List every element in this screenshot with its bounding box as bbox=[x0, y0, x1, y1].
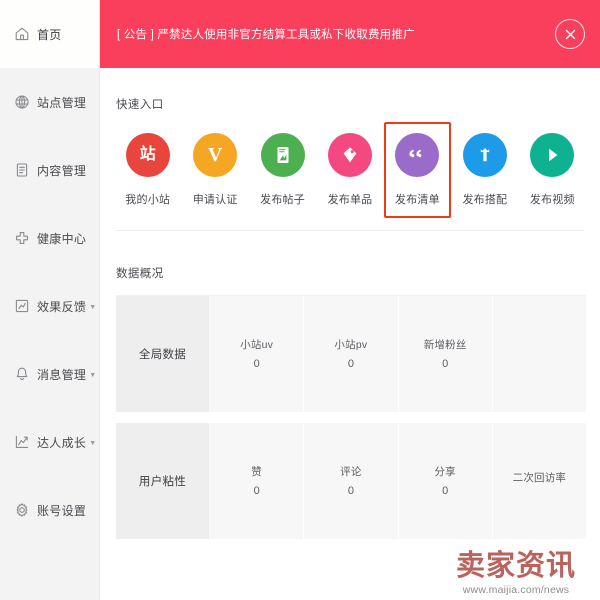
section-divider bbox=[116, 229, 584, 231]
trend-up-icon bbox=[13, 434, 30, 451]
sidebar-item-2[interactable]: 内容管理 bbox=[0, 136, 99, 204]
metric-label: 分享 bbox=[434, 466, 456, 478]
metric-value: 0 bbox=[253, 358, 260, 370]
metric-label: 新增粉丝 bbox=[423, 339, 467, 351]
sidebar-item-1[interactable]: 站点管理 bbox=[0, 68, 99, 136]
list-icon bbox=[395, 132, 440, 177]
quick-entry-item-1[interactable]: V 申请认证 bbox=[181, 122, 248, 218]
table-cell bbox=[492, 295, 586, 412]
metric-label: 小站uv bbox=[240, 339, 274, 351]
outfit-icon bbox=[462, 133, 507, 177]
table-cell: 评论 0 bbox=[304, 422, 399, 539]
data-overview-title: 数据概况 bbox=[116, 267, 164, 280]
video-icon bbox=[530, 133, 575, 177]
metric-label: 评论 bbox=[340, 466, 362, 478]
sidebar-item-0[interactable]: 首页 bbox=[0, 0, 99, 68]
table-row-header: 用户粘性 bbox=[116, 422, 210, 539]
metric-label: 二次回访率 bbox=[512, 472, 567, 484]
quick-entry-label: 我的小站 bbox=[125, 194, 171, 206]
quick-entry-label: 发布视频 bbox=[529, 194, 575, 206]
sidebar-item-7[interactable]: 账号设置 bbox=[0, 476, 99, 544]
main-content: 快速入口 站我的小站 V 申请认证 发布帖子 发布单品 发布清单 发布搭配 发布视频 数据概况… bbox=[100, 68, 600, 600]
table-row: 全局数据 小站uv 0 小站pv 0 新增粉丝 0 bbox=[116, 295, 586, 412]
metric-value: 0 bbox=[442, 485, 449, 497]
quick-entry-label: 发布单品 bbox=[327, 194, 373, 206]
table-cell: 二次回访率 bbox=[492, 422, 586, 539]
metric-value: 0 bbox=[442, 358, 449, 370]
data-overview-table: 全局数据 小站uv 0 小站pv 0 新增粉丝 0 用户粘性赞 0 评论 0 分享 0 二次回访率 bbox=[116, 294, 586, 539]
metric-label: 小站pv bbox=[334, 339, 368, 351]
announcement-text: [ 公告 ] 严禁达人使用非官方结算工具或私下收取费用推广 bbox=[117, 29, 415, 41]
sidebar-item-label: 账号设置 bbox=[37, 503, 87, 518]
table-cell: 分享 0 bbox=[398, 422, 493, 539]
document-icon bbox=[13, 162, 30, 179]
item-icon bbox=[327, 133, 372, 177]
sidebar-item-label: 首页 bbox=[37, 27, 62, 42]
sidebar-item-4[interactable]: 效果反馈 ▼ bbox=[0, 272, 99, 340]
home-icon bbox=[13, 26, 30, 43]
quick-entry-item-5[interactable]: 发布搭配 bbox=[451, 122, 518, 218]
metric-value: 0 bbox=[253, 485, 260, 497]
quick-entry-grid: 站我的小站 V 申请认证 发布帖子 发布单品 发布清单 发布搭配 发布视频 bbox=[114, 122, 586, 218]
sidebar-item-label: 消息管理 bbox=[37, 367, 87, 382]
sidebar-item-6[interactable]: 达人成长 ▼ bbox=[0, 408, 99, 476]
quick-entry-item-6[interactable]: 发布视频 bbox=[519, 122, 586, 218]
sidebar-item-5[interactable]: 消息管理 ▼ bbox=[0, 340, 99, 408]
quick-entry-label: 发布清单 bbox=[395, 193, 440, 206]
chevron-down-icon: ▼ bbox=[89, 439, 97, 447]
metric-value: 0 bbox=[347, 485, 354, 497]
table-cell: 小站uv 0 bbox=[210, 295, 305, 412]
globe-icon bbox=[13, 94, 30, 111]
sidebar-item-label: 效果反馈 bbox=[37, 299, 87, 314]
gear-icon bbox=[13, 502, 30, 519]
post-icon bbox=[260, 133, 305, 177]
bell-icon bbox=[13, 366, 30, 383]
close-circle-icon[interactable] bbox=[555, 19, 585, 49]
table-cell: 小站pv 0 bbox=[304, 295, 399, 412]
sidebar-item-label: 健康中心 bbox=[37, 231, 87, 246]
quick-entry-item-0[interactable]: 站我的小站 bbox=[114, 122, 181, 218]
sidebar-item-3[interactable]: 健康中心 bbox=[0, 204, 99, 272]
metric-value: 0 bbox=[347, 358, 354, 370]
sidebar-item-label: 达人成长 bbox=[37, 435, 87, 450]
station-icon: 站 bbox=[125, 133, 170, 177]
quick-entry-item-3[interactable]: 发布单品 bbox=[316, 122, 383, 218]
table-cell: 赞0 bbox=[210, 422, 305, 539]
chevron-down-icon: ▼ bbox=[89, 371, 97, 379]
metric-label: 赞 bbox=[251, 466, 262, 478]
app-root: 首页 站点管理 内容管理 健康中心 效果反馈 ▼ 消息管理 ▼ 达人成长 ▼ 账号设置 [ 公告 ]… bbox=[0, 0, 600, 600]
sidebar: 首页 站点管理 内容管理 健康中心 效果反馈 ▼ 消息管理 ▼ 达人成长 ▼ 账号设置 bbox=[0, 0, 100, 600]
quick-entry-title: 快速入口 bbox=[116, 99, 164, 111]
table-row-header: 全局数据 bbox=[116, 295, 210, 412]
sidebar-item-label: 站点管理 bbox=[37, 95, 87, 110]
quick-entry-label: 发布帖子 bbox=[260, 194, 305, 206]
chart-box-icon bbox=[13, 298, 30, 315]
plus-cross-icon bbox=[13, 230, 30, 247]
verify-icon: V bbox=[193, 133, 238, 177]
quick-entry-item-2[interactable]: 发布帖子 bbox=[249, 122, 316, 218]
announcement-banner: [ 公告 ] 严禁达人使用非官方结算工具或私下收取费用推广 bbox=[100, 0, 600, 68]
quick-entry-item-4[interactable]: 发布清单 bbox=[383, 122, 452, 218]
table-row: 用户粘性赞 0 评论 0 分享 0 二次回访率 bbox=[116, 422, 586, 539]
chevron-down-icon: ▼ bbox=[89, 303, 97, 311]
sidebar-item-label: 内容管理 bbox=[37, 163, 87, 178]
quick-entry-label: 发布搭配 bbox=[462, 194, 508, 206]
quick-entry-label: 申请认证 bbox=[192, 194, 238, 206]
table-cell: 新增粉丝 0 bbox=[398, 295, 493, 412]
